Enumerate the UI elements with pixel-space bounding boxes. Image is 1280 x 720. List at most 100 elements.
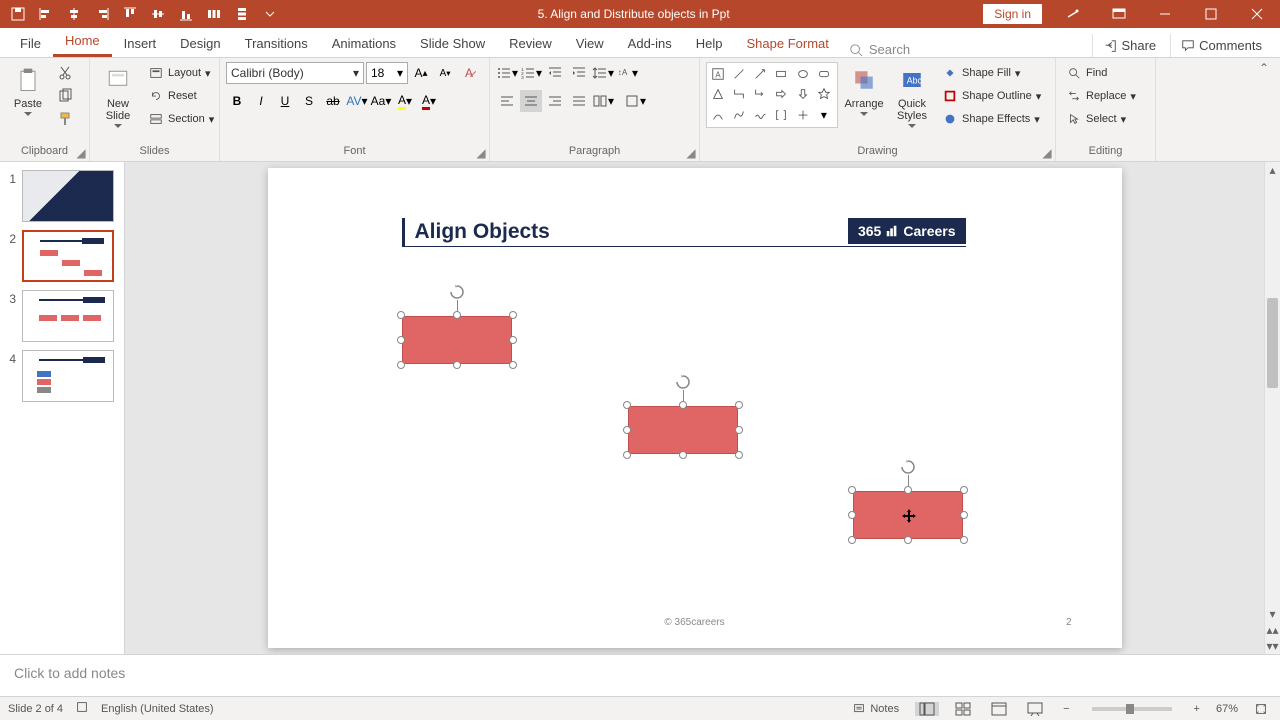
char-spacing-button[interactable]: AV▾ [346,90,368,112]
resize-handle[interactable] [904,536,912,544]
clipboard-dialog-launcher[interactable]: ◢ [75,147,87,159]
layout-button[interactable]: Layout ▾ [144,62,218,84]
close-button[interactable] [1234,0,1280,28]
scroll-down-icon[interactable]: ▾ [1265,606,1280,622]
quick-styles-button[interactable]: Abc Quick Styles [890,62,934,131]
tab-review[interactable]: Review [497,30,564,57]
shape-more2-icon[interactable]: ▾ [815,106,833,124]
paste-button[interactable]: Paste [6,62,50,119]
bold-button[interactable]: B [226,90,248,112]
tab-file[interactable]: File [8,30,53,57]
shape-star-icon[interactable] [815,85,833,103]
resize-handle[interactable] [848,511,856,519]
columns-button[interactable]: ▾ [592,90,614,112]
increase-indent-button[interactable] [568,62,590,84]
new-slide-button[interactable]: New Slide [96,62,140,131]
next-slide-button[interactable]: ▾▾ [1265,638,1280,654]
qat-align-bottom-icon[interactable] [172,0,200,28]
shapes-gallery[interactable]: A ▾ [706,62,838,128]
shape-outline-button[interactable]: Shape Outline ▾ [938,85,1045,107]
align-center-button[interactable] [520,90,542,112]
shape-elbow-icon[interactable] [730,85,748,103]
selected-shape-2[interactable] [628,406,738,454]
ribbon-display-icon[interactable] [1096,0,1142,28]
shadow-button[interactable]: S [298,90,320,112]
decrease-font-button[interactable]: A▾ [434,62,456,84]
find-button[interactable]: Find [1062,62,1140,84]
resize-handle[interactable] [960,486,968,494]
shape-freeform-icon[interactable] [730,106,748,124]
align-left-button[interactable] [496,90,518,112]
shape-rectangle-icon[interactable] [772,65,790,83]
scroll-up-icon[interactable]: ▴ [1265,162,1280,178]
line-spacing-button[interactable]: ▾ [592,62,614,84]
resize-handle[interactable] [623,401,631,409]
shape-more1-icon[interactable] [794,106,812,124]
shape-curve-icon[interactable] [709,106,727,124]
tab-animations[interactable]: Animations [320,30,408,57]
shape-down-arrow-icon[interactable] [794,85,812,103]
status-language[interactable]: English (United States) [101,703,214,715]
tab-slideshow[interactable]: Slide Show [408,30,497,57]
cut-button[interactable] [54,62,76,84]
qat-align-left-icon[interactable] [32,0,60,28]
font-family-combo[interactable]: Calibri (Body)▾ [226,62,364,84]
resize-handle[interactable] [397,311,405,319]
resize-handle[interactable] [960,511,968,519]
change-case-button[interactable]: Aa▾ [370,90,392,112]
font-color-button[interactable]: A▾ [418,90,440,112]
justify-button[interactable] [568,90,590,112]
notes-pane[interactable]: Click to add notes [0,654,1280,696]
comments-button[interactable]: Comments [1170,34,1272,57]
selected-shape-1[interactable] [402,316,512,364]
rotate-handle-icon[interactable] [675,374,691,390]
tab-shape-format[interactable]: Shape Format [735,30,841,57]
thumb-2[interactable] [22,230,114,282]
shape-bracket-icon[interactable] [772,106,790,124]
format-painter-button[interactable] [54,108,76,130]
resize-handle[interactable] [453,311,461,319]
thumb-1[interactable] [22,170,114,222]
section-button[interactable]: Section ▾ [144,108,218,130]
shape-textbox-icon[interactable]: A [709,65,727,83]
resize-handle[interactable] [679,451,687,459]
prev-slide-button[interactable]: ▴▴ [1265,622,1280,638]
scroll-thumb[interactable] [1267,298,1278,388]
resize-handle[interactable] [397,336,405,344]
rotate-handle-icon[interactable] [900,459,916,475]
resize-handle[interactable] [453,361,461,369]
resize-handle[interactable] [735,401,743,409]
selected-shape-3[interactable] [853,491,963,539]
tab-design[interactable]: Design [168,30,232,57]
qat-autosave-icon[interactable] [4,0,32,28]
resize-handle[interactable] [509,336,517,344]
bullets-button[interactable]: ▾ [496,62,518,84]
align-right-button[interactable] [544,90,566,112]
shape-oval-icon[interactable] [794,65,812,83]
tab-help[interactable]: Help [684,30,735,57]
copy-button[interactable] [54,85,76,107]
resize-handle[interactable] [848,486,856,494]
resize-handle[interactable] [735,451,743,459]
decrease-indent-button[interactable] [544,62,566,84]
collapse-ribbon-button[interactable]: ⌃ [1254,58,1274,78]
resize-handle[interactable] [509,311,517,319]
fit-to-window-button[interactable] [1250,702,1272,716]
zoom-percent[interactable]: 67% [1216,703,1238,715]
resize-handle[interactable] [679,401,687,409]
qat-distribute-horizontal-icon[interactable] [200,0,228,28]
tab-addins[interactable]: Add-ins [616,30,684,57]
align-text-button[interactable]: ▾ [624,90,646,112]
underline-button[interactable]: U [274,90,296,112]
tab-insert[interactable]: Insert [112,30,169,57]
paragraph-dialog-launcher[interactable]: ◢ [685,147,697,159]
maximize-button[interactable] [1188,0,1234,28]
italic-button[interactable]: I [250,90,272,112]
rotate-handle-icon[interactable] [449,284,465,300]
accessibility-check-icon[interactable] [75,700,89,717]
view-sorter-button[interactable] [951,702,975,716]
font-size-combo[interactable]: 18▾ [366,62,408,84]
minimize-button[interactable] [1142,0,1188,28]
share-button[interactable]: Share [1092,34,1166,57]
resize-handle[interactable] [848,536,856,544]
